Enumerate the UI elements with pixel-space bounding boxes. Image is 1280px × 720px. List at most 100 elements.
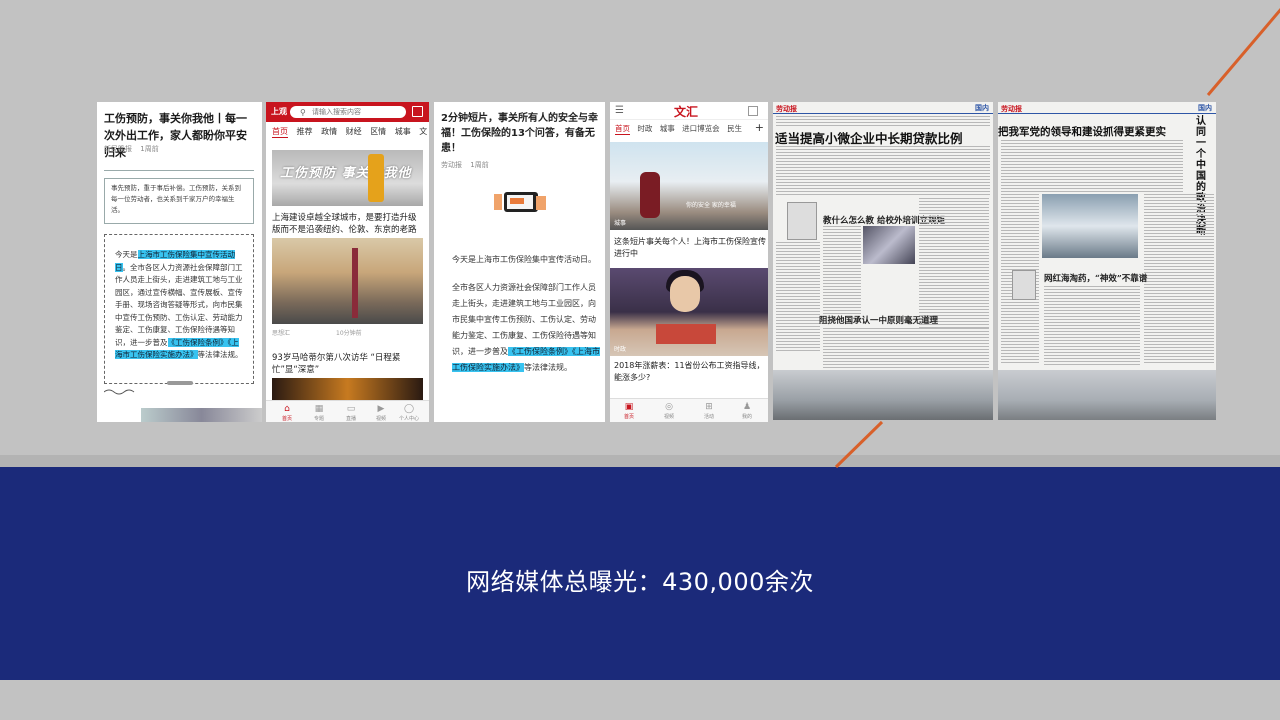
news-source: 思想汇: [272, 330, 291, 337]
banner-photo: [998, 370, 1216, 420]
search-input[interactable]: ⚲ 请输入搜索内容: [290, 106, 406, 118]
nav-label: 首页: [281, 416, 292, 422]
article-meta: 劳动报 1周前: [441, 160, 495, 170]
paragraph-text: 今天是上海市工伤保险集中宣传活动日。: [452, 255, 596, 264]
newspaper-subheadline: 网红海淘药，“神效”不靠谱: [1044, 274, 1148, 284]
phone-illustration-icon: [494, 192, 546, 212]
nav-events[interactable]: ⊞ 活动: [694, 401, 724, 420]
nav-label: 活动: [703, 414, 714, 420]
screenshot-laodongbao-article: 2分钟短片，事关所有人的安全与幸福！工伤保险的13个问答，有备无患！ 劳动报 1…: [434, 102, 605, 422]
nav-home[interactable]: ▣ 首页: [614, 401, 644, 420]
banner-photo: [773, 370, 993, 420]
app-logo: 上观: [271, 107, 287, 116]
city-photo[interactable]: [272, 238, 423, 324]
banknotes-figure: [656, 324, 716, 344]
tab-livelihood[interactable]: 民生: [727, 123, 742, 134]
news-meta: 思想汇 10分钟前: [272, 328, 423, 337]
screenshot-xinmin-article: 工伤预防，事关你我他丨每一次外出工作，家人都盼你平安归来 新民晚报 1周前 事先…: [97, 102, 262, 422]
tab-home[interactable]: 首页: [615, 123, 630, 135]
tab-city[interactable]: 城事: [395, 126, 411, 137]
text-columns: [823, 328, 989, 368]
nav-label: 直播: [345, 416, 356, 422]
newspaper-subheadline: 阻挠他国承认一中原则毫无道理: [819, 316, 939, 326]
newspaper-page: 劳动报 国内 把我军党的领导和建设抓得更紧更实 认同一个中国的政治决断 网红海淘…: [998, 102, 1216, 420]
quote-box: 事先预防，重于事后补偿。工伤预防，关系到每一位劳动者，也关系到千家万户的幸福生活…: [104, 178, 254, 224]
hero-banner[interactable]: 工伤预防 事关你我他: [272, 150, 423, 206]
exposure-caption: 网络媒体总曝光：430,000余次: [466, 568, 814, 596]
events-icon: ⊞: [705, 402, 713, 412]
paragraph-text: 等法律法规。: [524, 363, 572, 372]
nav-label: 首页: [623, 414, 634, 420]
app-header: ☰ 文汇: [610, 102, 768, 120]
article-source: 新民晚报: [104, 145, 132, 153]
share-icon[interactable]: [748, 106, 758, 116]
nav-profile[interactable]: ◯ 个人中心: [394, 403, 424, 422]
text-columns: [1044, 286, 1140, 366]
photo-thumbnail: [141, 408, 262, 422]
article-time: 1周前: [140, 145, 159, 153]
news-photo: [863, 226, 915, 264]
news-headline[interactable]: 2018年涨薪表：11省份公布工资指导线，能涨多少?: [614, 360, 766, 384]
text-columns: [1144, 194, 1214, 364]
news-headline[interactable]: 这条短片事关每个人！上海市工伤保险宣传进行中: [614, 236, 766, 260]
category-tag: 城事: [614, 220, 627, 227]
tab-politics[interactable]: 政情: [321, 126, 337, 137]
worker-figure: [368, 154, 384, 202]
tower-shape: [352, 248, 358, 318]
add-tab-icon[interactable]: +: [755, 121, 764, 134]
message-icon[interactable]: [412, 106, 423, 117]
portrait-photo: [1012, 270, 1036, 300]
tab-city[interactable]: 城事: [660, 123, 675, 134]
article-title: 2分钟短片，事关所有人的安全与幸福！工伤保险的13个问答，有备无患！: [441, 113, 598, 154]
app-logo: 文汇: [674, 105, 699, 119]
nav-label: 视频: [375, 416, 386, 422]
news-photo[interactable]: 你的安全 家的幸福 城事: [610, 142, 768, 230]
news-headline[interactable]: 上海建设卓越全球城市，是要打造升级版而不是沿袭纽约、伦敦、东京的老路: [272, 212, 424, 236]
article-time: 1周前: [470, 161, 489, 169]
tab-home[interactable]: 首页: [272, 126, 288, 138]
newspaper-headline: 适当提高小微企业中长期贷款比例: [775, 131, 963, 146]
paragraph-text: 等法律法规。: [197, 350, 243, 359]
newspaper-page: 劳动报 国内 适当提高小微企业中长期贷款比例 教什么怎么教 给校外培训立规矩 阻…: [773, 102, 993, 420]
nav-topics[interactable]: ▦ 专题: [304, 403, 334, 422]
article-paragraph-box: 今天是上海市工伤保险集中宣传活动日。全市各区人力资源社会保障部门工作人员走上街头…: [104, 234, 254, 384]
tab-culture[interactable]: 文: [419, 126, 427, 137]
bottom-nav: ⌂ 首页 ▦ 专题 ▭ 直播 ▶ 视频 ◯ 个人中心: [266, 400, 429, 422]
nav-video[interactable]: ▶ 视频: [366, 403, 396, 422]
grid-icon: ▦: [314, 404, 324, 414]
section-label: 国内: [975, 103, 989, 112]
nav-live[interactable]: ▭ 直播: [336, 403, 366, 422]
screenshot-shangguan-app: 上观 ⚲ 请输入搜索内容 首页 推荐 政情 财经 区情 城事 文 工伤预防 事关…: [266, 102, 429, 422]
nav-me[interactable]: ♟ 我的: [732, 401, 762, 420]
text-columns: [1001, 140, 1183, 192]
tab-politics[interactable]: 时政: [637, 123, 652, 134]
text-columns: [776, 242, 820, 352]
text-columns: [919, 198, 989, 328]
newspaper-headline: 把我军党的领导和建设抓得更紧更实: [998, 126, 1166, 138]
article-body: 今天是上海市工伤保险集中宣传活动日。 全市各区人力资源社会保障部门工作人员走上街…: [452, 252, 600, 376]
news-photo: [1042, 194, 1138, 258]
tab-finance[interactable]: 财经: [346, 126, 362, 137]
news-time: 10分钟前: [336, 330, 362, 337]
bottom-strip: [0, 680, 1280, 720]
nav-label: 专题: [313, 416, 324, 422]
bottom-nav: ▣ 首页 ◎ 视频 ⊞ 活动 ♟ 我的: [610, 398, 768, 422]
section-label: 国内: [1198, 103, 1212, 112]
nav-video[interactable]: ◎ 视频: [654, 401, 684, 420]
tab-expo[interactable]: 进口博览会: [682, 123, 720, 134]
article-source: 劳动报: [441, 161, 462, 169]
hero-text: 工伤预防 事关你我他: [280, 166, 412, 181]
video-icon: ◎: [665, 402, 673, 412]
nav-label: 个人中心: [398, 416, 419, 422]
menu-icon[interactable]: ☰: [615, 105, 624, 116]
news-photo[interactable]: [272, 378, 423, 400]
separator-strip: [0, 455, 1280, 467]
tab-recommend[interactable]: 推荐: [297, 126, 313, 137]
header-rule: [773, 113, 993, 114]
paragraph-text: 。全市各区人力资源社会保障部门工作人员走上街头，走进建筑工地与工业园区，通过宣传…: [115, 262, 243, 347]
nav-home[interactable]: ⌂ 首页: [272, 403, 302, 422]
news-headline[interactable]: 93岁马哈蒂尔第八次访华 “日程紧忙”显“深意”: [272, 352, 424, 376]
news-photo[interactable]: 时政: [610, 268, 768, 356]
tab-district[interactable]: 区情: [370, 126, 386, 137]
video-icon: ▶: [377, 404, 385, 414]
